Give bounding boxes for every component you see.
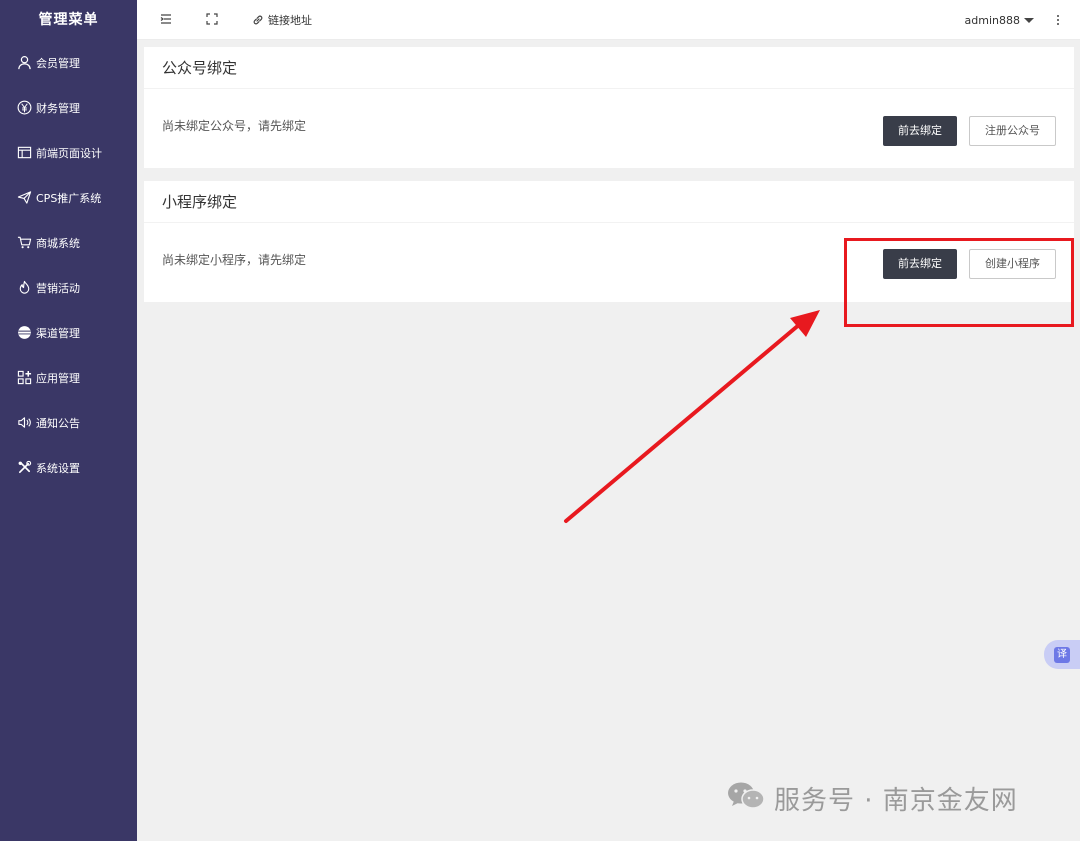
watermark-text: 服务号 · 南京金友网 [774,785,1018,816]
translate-icon: 译 [1054,646,1070,663]
translate-button[interactable]: 译 [1044,640,1080,669]
annotation-arrow [564,310,820,523]
wechat-icon [726,780,766,816]
watermark: 服务号 · 南京金友网 [726,780,1018,816]
